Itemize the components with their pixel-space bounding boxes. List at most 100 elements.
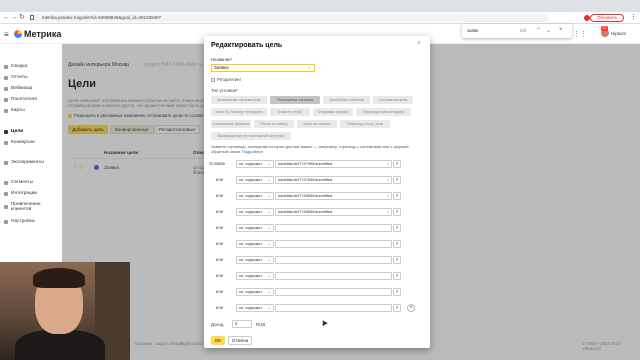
close-icon[interactable]: × — [417, 40, 421, 47]
chevron-down-icon: ⌄ — [267, 209, 271, 214]
remove-condition-button[interactable]: × — [393, 256, 401, 264]
condition-label: или — [215, 273, 223, 278]
settings-icon — [4, 219, 8, 224]
condition-value-input[interactable] — [275, 288, 392, 296]
apps-grid-icon[interactable]: ⋮⋮ — [573, 30, 587, 38]
condition-value-input[interactable]: #ddaftanxfvf7740840/submitted × — [275, 192, 392, 200]
condition-value-input[interactable] — [275, 256, 392, 264]
sidebar-item-webvisor[interactable]: Вебвизор — [4, 86, 32, 91]
remove-condition-button[interactable]: × — [393, 176, 401, 184]
condition-operator-select[interactable]: url: содержит ⌄ — [236, 192, 274, 200]
user-name[interactable]: Hipkom — [611, 31, 626, 36]
sidebar-item-label: Интеграции — [11, 191, 38, 196]
condition-operator-select[interactable]: url: содержит ⌄ — [236, 304, 274, 312]
browser-menu-icon[interactable]: ⋮ — [630, 13, 637, 21]
income-currency: RUB — [256, 322, 266, 327]
remove-condition-button[interactable]: × — [393, 224, 401, 232]
sidebar-item-visitors[interactable]: Посетители — [4, 97, 37, 102]
sidebar-item-summary[interactable]: Сводка — [4, 64, 27, 69]
condition-value-input[interactable]: #ddaftanxfvf7747840/submitted × — [275, 176, 392, 184]
chip-views-count[interactable]: Количество просмотров — [211, 96, 267, 104]
condition-operator-select[interactable]: url: содержит ⌄ — [236, 160, 274, 168]
sidebar-item-reports[interactable]: Отчеты — [4, 75, 28, 80]
chip-file-download[interactable]: Скачивание файлов — [211, 120, 251, 128]
reload-icon[interactable]: ↻ — [19, 14, 25, 22]
notification-badge: 12 — [601, 26, 608, 31]
condition-value-input[interactable] — [275, 240, 392, 248]
update-label: Обновить — [597, 15, 618, 20]
add-condition-button[interactable]: + — [407, 304, 415, 312]
remove-condition-button[interactable]: × — [393, 192, 401, 200]
clear-icon[interactable]: × — [387, 177, 389, 183]
condition-operator-select[interactable]: url: содержит ⌄ — [236, 272, 274, 280]
retargeting-checkbox[interactable]: Ретаргетинг — [211, 77, 241, 82]
sidebar-item-integrations[interactable]: Интеграции — [4, 191, 37, 196]
chip-button-click[interactable]: Клик по кнопке — [297, 120, 337, 128]
chip-phone-click[interactable]: Клик по номеру телефона — [211, 108, 267, 116]
update-button[interactable]: Обновить — [590, 14, 624, 22]
integrations-icon — [4, 191, 8, 196]
goal-name-input[interactable]: Заявка — [211, 64, 315, 72]
chip-payment-return[interactable]: Возвращение на платежной системы — [211, 132, 291, 140]
condition-value-input[interactable] — [275, 304, 392, 312]
address-text: metrika.yandex.ru/goals?id=53068845&goal… — [42, 15, 162, 20]
chip-form-submit[interactable]: Отправка формы — [313, 108, 353, 116]
condition-operator-select[interactable]: url: содержит ⌄ — [236, 240, 274, 248]
find-input[interactable]: заявк — [467, 28, 478, 33]
condition-operator-select[interactable]: url: содержит ⌄ — [236, 224, 274, 232]
operator-value: url: содержит — [239, 274, 263, 278]
sidebar-item-label: Настройка — [11, 219, 35, 224]
income-input[interactable]: 0 — [232, 320, 252, 328]
sidebar-item-conversions[interactable]: Конверсии — [4, 140, 35, 145]
chip-page-visit[interactable]: Посещение страниц — [270, 96, 320, 104]
condition-value-input[interactable] — [275, 224, 392, 232]
clear-icon[interactable]: × — [308, 65, 311, 70]
clear-icon[interactable]: × — [387, 193, 389, 199]
remove-condition-button[interactable]: × — [393, 272, 401, 280]
cancel-button[interactable]: Отмена — [228, 336, 252, 345]
sidebar-item-goals[interactable]: Цели — [4, 129, 23, 134]
hint-link[interactable]: Подробнее — [242, 149, 263, 154]
chevron-down-icon: ⌄ — [267, 305, 271, 310]
sidebar-item-acquisition[interactable]: Привлечение клиентов — [4, 202, 60, 212]
chip-site-search[interactable]: Поиск по сайту — [254, 120, 294, 128]
chip-email-click[interactable]: Клик по email — [270, 108, 310, 116]
find-close-icon[interactable]: × — [559, 27, 563, 33]
chip-composite[interactable]: Составная цель — [373, 96, 413, 104]
condition-value-input[interactable]: #ddaftanxfvf7740840/submitted × — [275, 208, 392, 216]
chip-social[interactable]: Переход в соц. сеть — [340, 120, 390, 128]
clear-icon[interactable]: × — [387, 161, 389, 167]
condition-operator-select[interactable]: url: содержит ⌄ — [236, 256, 274, 264]
remove-condition-button[interactable]: × — [393, 208, 401, 216]
find-next-icon[interactable]: ⌄ — [546, 27, 551, 34]
condition-operator-select[interactable]: url: содержит ⌄ — [236, 288, 274, 296]
metrika-logo-icon — [14, 30, 22, 38]
back-icon[interactable]: ← — [3, 14, 10, 22]
remove-condition-button[interactable]: × — [393, 240, 401, 248]
sidebar-item-settings[interactable]: Настройка — [4, 219, 35, 224]
menu-icon[interactable]: ≡ — [4, 30, 9, 39]
forward-icon[interactable]: → — [11, 14, 18, 22]
condition-operator-select[interactable]: url: содержит ⌄ — [236, 208, 274, 216]
operator-value: url: содержит — [239, 162, 263, 166]
chip-js-event[interactable]: JavaScript-событие — [323, 96, 370, 104]
address-bar[interactable]: metrika.yandex.ru/goals?id=53068845&goal… — [28, 14, 548, 22]
remove-condition-button[interactable]: × — [393, 288, 401, 296]
name-label: Название* — [211, 57, 233, 62]
condition-value-input[interactable] — [275, 272, 392, 280]
sidebar-item-maps[interactable]: Карты — [4, 108, 25, 113]
ok-button[interactable]: OK — [211, 336, 225, 345]
chevron-down-icon: ⌄ — [267, 273, 271, 278]
sidebar-item-experiments[interactable]: Эксперименты — [4, 160, 44, 165]
clear-icon[interactable]: × — [387, 209, 389, 215]
condition-operator-select[interactable]: url: содержит ⌄ — [236, 176, 274, 184]
remove-condition-button[interactable]: × — [393, 304, 401, 312]
chip-messenger[interactable]: Переход в мессенджер — [356, 108, 411, 116]
conversions-icon — [4, 140, 8, 145]
sidebar-item-label: Эксперименты — [11, 160, 44, 165]
sidebar-item-segments[interactable]: Сегменты — [4, 180, 33, 185]
remove-condition-button[interactable]: × — [393, 160, 401, 168]
find-prev-icon[interactable]: ⌃ — [536, 27, 541, 34]
condition-value-input[interactable]: #ddaftanxfvf7747995/submitted × — [275, 160, 392, 168]
sidebar-item-label: Вебвизор — [11, 86, 33, 91]
